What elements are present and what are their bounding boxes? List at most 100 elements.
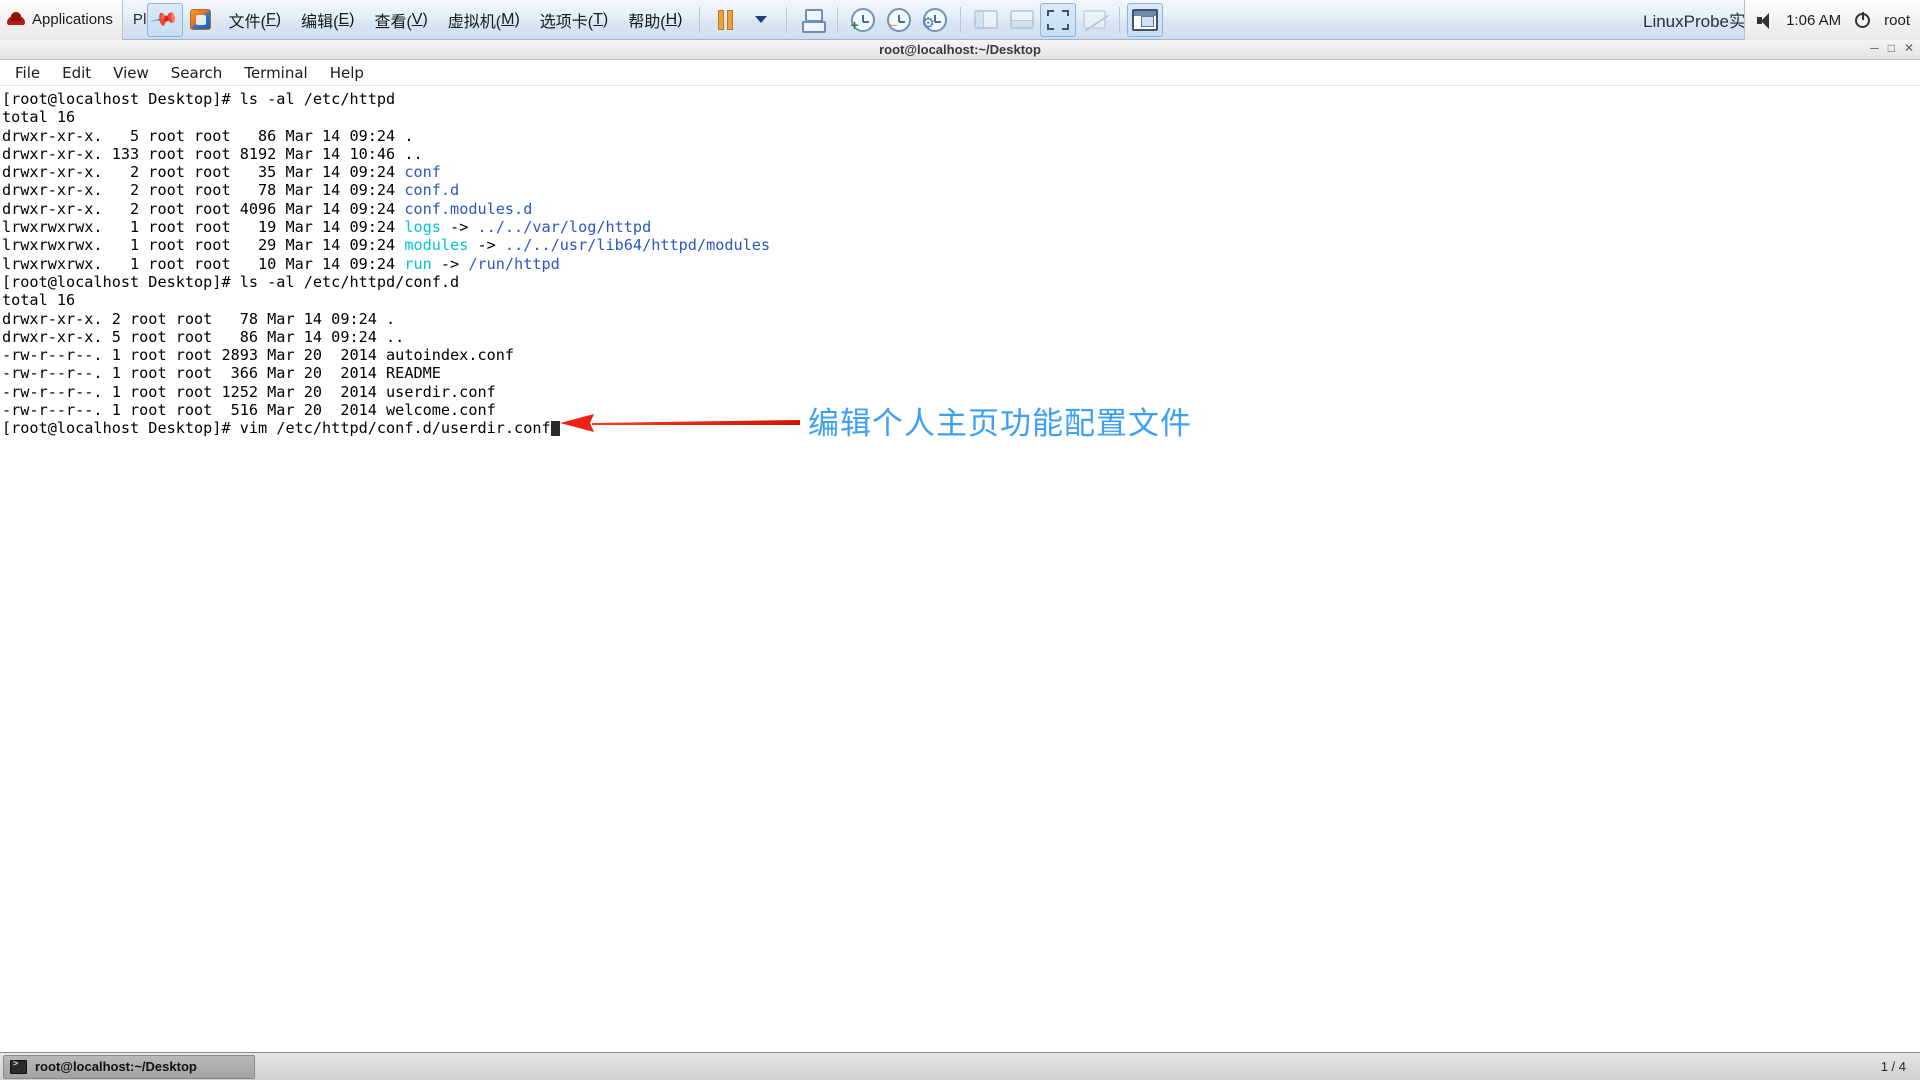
terminal-text: -> <box>468 236 505 254</box>
toolbar-separator <box>960 7 961 33</box>
unity-mode-button[interactable] <box>1076 3 1112 37</box>
clock-label[interactable]: 1:06 AM <box>1786 12 1841 29</box>
terminal-menu-search[interactable]: Search <box>160 62 234 84</box>
terminal-window: root@localhost:~/Desktop ─ □ ✕ File Edit… <box>0 40 1920 1040</box>
vm-app-button[interactable] <box>183 3 219 37</box>
terminal-line: drwxr-xr-x. 2 root root 78 Mar 14 09:24 … <box>2 310 1920 328</box>
terminal-text: drwxr-xr-x. 2 root root 78 Mar 14 09:24 <box>2 181 404 199</box>
terminal-line: total 16 <box>2 108 1920 126</box>
terminal-menu-terminal[interactable]: Terminal <box>233 62 318 84</box>
toolbar-separator <box>837 7 838 33</box>
terminal-line: [root@localhost Desktop]# ls -al /etc/ht… <box>2 90 1920 108</box>
toolbar-separator <box>699 7 700 33</box>
directory-name: ../../usr/lib64/httpd/modules <box>505 236 770 254</box>
volume-icon[interactable] <box>1757 13 1772 28</box>
applications-menu-label: Applications <box>32 11 113 28</box>
symlink-name: run <box>404 255 431 273</box>
take-snapshot-button[interactable]: + <box>845 3 881 37</box>
terminal-line: drwxr-xr-x. 2 root root 4096 Mar 14 09:2… <box>2 200 1920 218</box>
terminal-text: drwxr-xr-x. 5 root root 86 Mar 14 09:24 … <box>2 328 404 346</box>
show-thumbnail-bar-button[interactable] <box>1004 3 1040 37</box>
gnome-status-area: 1:06 AM root <box>1744 0 1920 40</box>
terminal-line: drwxr-xr-x. 2 root root 35 Mar 14 09:24 … <box>2 163 1920 181</box>
symlink-name: logs <box>404 218 441 236</box>
terminal-menu-help[interactable]: Help <box>319 62 375 84</box>
terminal-line: drwxr-xr-x. 133 root root 8192 Mar 14 10… <box>2 145 1920 163</box>
terminal-text: drwxr-xr-x. 2 root root 4096 Mar 14 09:2… <box>2 200 404 218</box>
terminal-close-button[interactable]: ✕ <box>1904 41 1914 55</box>
menu-tabs[interactable]: 选项卡(T) <box>530 3 618 37</box>
menu-view[interactable]: 查看(V) <box>364 3 437 37</box>
terminal-line: total 16 <box>2 291 1920 309</box>
terminal-line: [root@localhost Desktop]# vim /etc/httpd… <box>2 419 1920 437</box>
suspend-button[interactable] <box>707 3 743 37</box>
terminal-minimize-button[interactable]: ─ <box>1870 41 1879 55</box>
terminal-text: [root@localhost Desktop]# ls -al /etc/ht… <box>2 273 459 291</box>
terminal-line: lrwxrwxrwx. 1 root root 29 Mar 14 09:24 … <box>2 236 1920 254</box>
manage-snapshots-icon: ⚙ <box>923 8 947 32</box>
terminal-maximize-button[interactable]: □ <box>1888 41 1895 55</box>
terminal-text: [root@localhost Desktop]# vim /etc/httpd… <box>2 419 551 437</box>
terminal-line: -rw-r--r--. 1 root root 366 Mar 20 2014 … <box>2 364 1920 382</box>
terminal-output[interactable]: [root@localhost Desktop]# ls -al /etc/ht… <box>0 86 1920 993</box>
terminal-text: [root@localhost Desktop]# ls -al /etc/ht… <box>2 90 395 108</box>
pause-icon <box>718 10 733 30</box>
terminal-line: lrwxrwxrwx. 1 root root 19 Mar 14 09:24 … <box>2 218 1920 236</box>
manage-snapshots-button[interactable]: ⚙ <box>917 3 953 37</box>
terminal-menubar: File Edit View Search Terminal Help <box>0 60 1920 86</box>
terminal-text: drwxr-xr-x. 2 root root 78 Mar 14 09:24 … <box>2 310 395 328</box>
terminal-line: -rw-r--r--. 1 root root 516 Mar 20 2014 … <box>2 401 1920 419</box>
toolbar-separator <box>786 7 787 33</box>
terminal-line: -rw-r--r--. 1 root root 1252 Mar 20 2014… <box>2 383 1920 401</box>
gnome-applications-menu[interactable]: Applications <box>0 0 123 40</box>
revert-snapshot-button[interactable]: ← <box>881 3 917 37</box>
take-snapshot-icon: + <box>851 8 875 32</box>
enter-fullscreen-button[interactable] <box>1040 3 1076 37</box>
redhat-logo-icon <box>7 11 25 29</box>
terminal-text: -rw-r--r--. 1 root root 516 Mar 20 2014 … <box>2 401 496 419</box>
terminal-text: lrwxrwxrwx. 1 root root 29 Mar 14 09:24 <box>2 236 404 254</box>
taskbar-item-terminal[interactable]: root@localhost:~/Desktop <box>3 1055 255 1079</box>
terminal-text: total 16 <box>2 291 75 309</box>
terminal-text: -rw-r--r--. 1 root root 366 Mar 20 2014 … <box>2 364 441 382</box>
terminal-text: -> <box>432 255 469 273</box>
terminal-text: drwxr-xr-x. 5 root root 86 Mar 14 09:24 … <box>2 127 413 145</box>
terminal-menu-file[interactable]: File <box>4 62 51 84</box>
terminal-text: drwxr-xr-x. 133 root root 8192 Mar 14 10… <box>2 145 423 163</box>
terminal-text: -rw-r--r--. 1 root root 1252 Mar 20 2014… <box>2 383 496 401</box>
pin-tab-button[interactable]: 📌 <box>147 3 183 37</box>
dropdown-caret-icon <box>755 16 767 23</box>
terminal-text: lrwxrwxrwx. 1 root root 10 Mar 14 09:24 <box>2 255 404 273</box>
terminal-titlebar: root@localhost:~/Desktop ─ □ ✕ <box>0 40 1920 60</box>
vmware-toolbar: Applications Pl 📌 文件(F) 编辑(E) 查看(V) 虚拟机(… <box>0 0 1920 40</box>
show-library-panel-button[interactable] <box>968 3 1004 37</box>
terminal-line: -rw-r--r--. 1 root root 2893 Mar 20 2014… <box>2 346 1920 364</box>
thumbtack-icon: 📌 <box>149 4 179 34</box>
power-icon[interactable] <box>1855 13 1870 28</box>
directory-name: ../../var/log/httpd <box>477 218 651 236</box>
menu-help[interactable]: 帮助(H) <box>618 3 692 37</box>
terminal-line: drwxr-xr-x. 5 root root 86 Mar 14 09:24 … <box>2 127 1920 145</box>
revert-snapshot-icon: ← <box>887 8 911 32</box>
desktop-taskbar: root@localhost:~/Desktop 1 / 4 <box>0 1052 1920 1080</box>
terminal-text: -> <box>441 218 478 236</box>
directory-name: conf <box>404 163 441 181</box>
menu-edit[interactable]: 编辑(E) <box>291 3 364 37</box>
menu-virtual-machine[interactable]: 虚拟机(M) <box>438 3 530 37</box>
toolbar-separator <box>1119 7 1120 33</box>
workspace-indicator[interactable]: 1 / 4 <box>1881 1059 1920 1074</box>
terminal-line: drwxr-xr-x. 2 root root 78 Mar 14 09:24 … <box>2 181 1920 199</box>
terminal-text: drwxr-xr-x. 2 root root 35 Mar 14 09:24 <box>2 163 404 181</box>
terminal-cursor <box>551 421 560 436</box>
terminal-menu-view[interactable]: View <box>102 62 160 84</box>
places-menu-label[interactable]: Pl <box>123 11 147 28</box>
vm-app-icon <box>190 9 211 30</box>
snapshot-manager-button[interactable] <box>794 3 830 37</box>
menu-file[interactable]: 文件(F) <box>219 3 291 37</box>
terminal-menu-edit[interactable]: Edit <box>51 62 102 84</box>
user-menu-label[interactable]: root <box>1884 12 1910 29</box>
power-dropdown-button[interactable] <box>743 3 779 37</box>
library-window-button[interactable] <box>1127 3 1163 37</box>
symlink-name: modules <box>404 236 468 254</box>
terminal-text: lrwxrwxrwx. 1 root root 19 Mar 14 09:24 <box>2 218 404 236</box>
